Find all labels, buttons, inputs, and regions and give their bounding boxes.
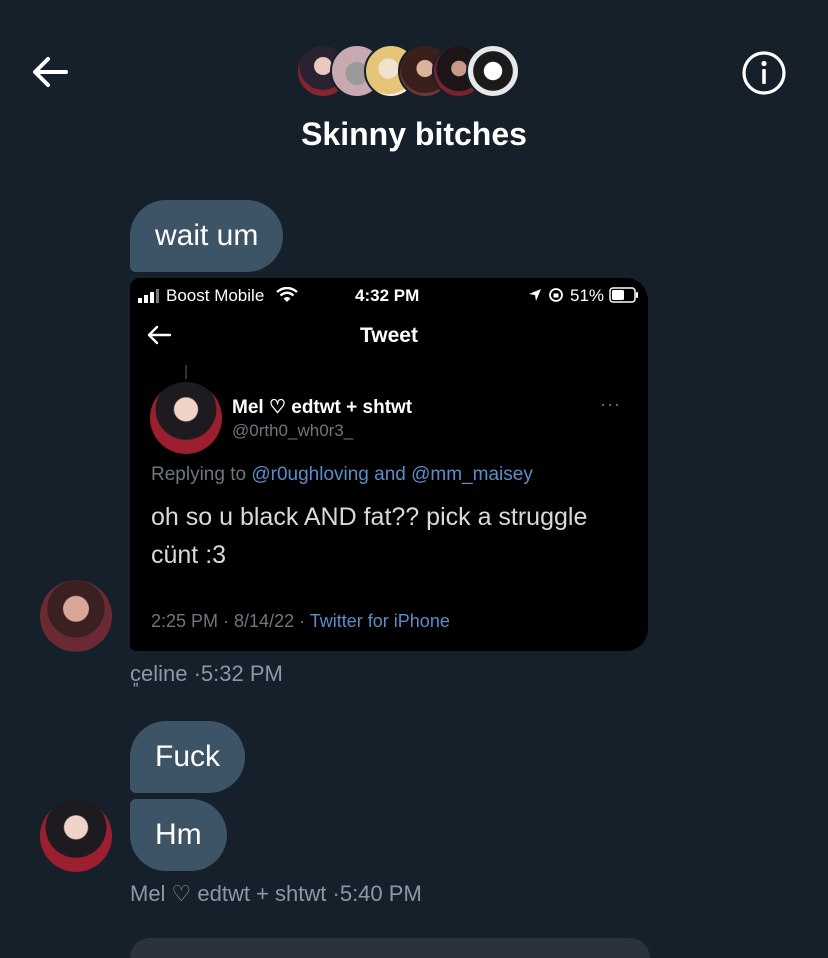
thread-line [185,365,187,379]
info-icon [742,51,786,95]
tweet-text: oh so u black AND fat?? pick a struggle … [151,503,588,569]
tweet-nav-title: Tweet [360,324,418,347]
tweet-author-name: Mel ♡ edtwt + shtwt [232,397,413,418]
reply-prefix: Replying to [151,464,247,485]
back-button[interactable] [28,52,72,92]
tweet-meta: 2:25 PM · 8/14/22 · Twitter for iPhone [151,611,450,632]
more-options-icon: ··· [600,394,621,414]
battery-icon [609,287,638,303]
carrier-label: Boost Mobile [166,286,265,305]
group-member-avatar [466,44,520,98]
tweet-source: Twitter for iPhone [309,611,450,631]
message-bubble[interactable]: wait um [130,200,284,272]
tweet-author-handle: @0rth0_wh0r3_ [232,421,354,440]
sender-avatar[interactable] [40,580,112,652]
reply-users: @r0ughloving and @mm_maisey [251,464,533,485]
message-bubble[interactable]: Fuck [130,721,246,793]
phone-status-bar: Boost Mobile 4:32 PM 51% [130,282,648,308]
message-text: wait um [155,219,259,252]
battery-percent: 51% [570,286,605,305]
location-icon [529,289,541,301]
message-text: Hm [155,818,202,851]
image-attachment[interactable]: Boost Mobile 4:32 PM 51% Tweet Mel ♡ edt… [130,278,648,651]
tweet-timestamp: 2:25 PM · 8/14/22 · [151,611,306,631]
message-bubble[interactable]: Hm [130,799,227,871]
tweet-author-avatar [150,382,222,454]
partial-image-attachment[interactable] [130,938,650,958]
signal-icon [138,289,159,303]
message-meta: c͈eline ·5:32 PM [130,661,283,686]
sender-avatar[interactable] [40,800,112,872]
replying-to: Replying to @r0ughloving and @mm_maisey [151,464,533,486]
wifi-icon [276,287,298,302]
rotation-lock-icon [549,288,563,302]
group-avatars[interactable] [296,44,536,100]
info-button[interactable] [740,49,788,97]
message-text: Fuck [155,740,221,773]
clock-label: 4:32 PM [355,286,420,305]
conversation-title: Skinny bitches [301,116,527,152]
message-meta: Mel ♡ edtwt + shtwt ·5:40 PM [130,881,422,906]
arrow-left-icon [33,57,68,87]
